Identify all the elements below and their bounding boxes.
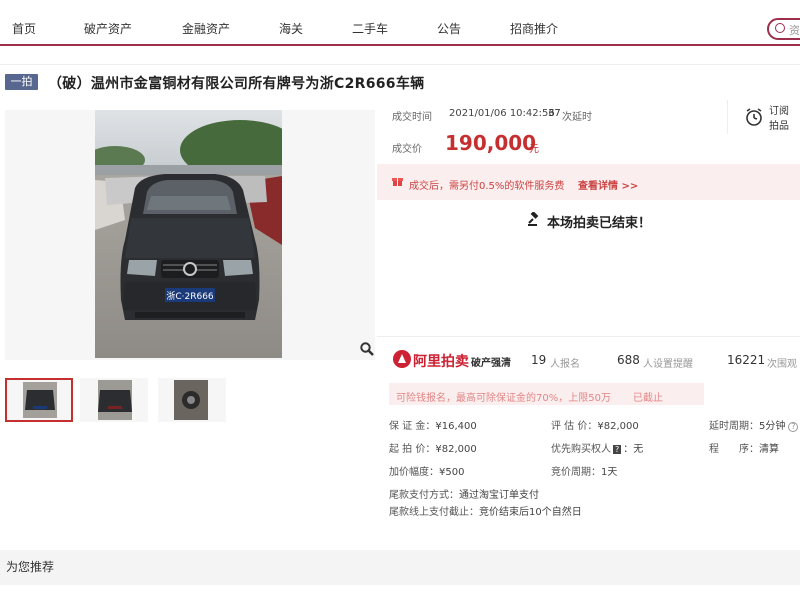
increment-label: 加价幅度：	[389, 467, 439, 478]
deal-time-label: 成交时间	[392, 112, 432, 123]
nav-item-customs[interactable]: 海关	[279, 20, 303, 37]
divider	[0, 64, 800, 65]
bidding-cycle-value: 1天	[601, 467, 618, 478]
nav-item-used-cars[interactable]: 二手车	[352, 20, 388, 37]
payment-method-info: 尾款支付方式：通过淘宝订单支付	[389, 486, 539, 501]
appraisal-info: 评 估 价：¥82,000	[551, 417, 639, 432]
subscribe-label-2: 拍品	[769, 121, 789, 132]
deposit-label: 保 证 金：	[389, 421, 436, 432]
reminders-count: 688	[617, 353, 640, 367]
deal-price-value: 190,000	[445, 131, 537, 155]
ali-auction-logo-icon	[393, 350, 411, 368]
gift-icon	[392, 178, 403, 186]
fee-notice-text: 成交后，需另付0.5%的软件服务费	[409, 181, 565, 192]
delay-period-value: 5分钟	[759, 421, 786, 432]
signups-label: 人报名	[550, 359, 580, 370]
recommend-title: 为您推荐	[6, 560, 55, 574]
nav-item-financial-assets[interactable]: 金融资产	[182, 20, 230, 37]
deposit-info: 保 证 金：¥16,400	[389, 417, 477, 432]
nav-item-investment[interactable]: 招商推介	[510, 20, 558, 37]
bidding-cycle-label: 竞价周期：	[551, 467, 601, 478]
start-price-label: 起 拍 价：	[389, 444, 436, 455]
image-gallery: 浙C·2R666	[5, 110, 375, 360]
license-plate: 浙C·2R666	[166, 290, 214, 302]
auction-round-badge: 一拍	[5, 74, 38, 90]
views-label: 次围观	[767, 359, 797, 370]
priority-tag-icon: ?	[613, 445, 622, 454]
priority-value: 无	[633, 444, 644, 455]
payment-method-value: 通过淘宝订单支付	[459, 490, 539, 501]
views-count: 16221	[727, 353, 766, 367]
procedure-value: 清算	[759, 444, 779, 455]
divider	[377, 336, 800, 337]
top-nav: 首页 破产资产 金融资产 海关 二手车 公告 招商推介 资	[0, 0, 800, 46]
search-input[interactable]: 资	[767, 18, 800, 40]
page-title: （破）温州市金富铜材有限公司所有牌号为浙C2R666车辆	[48, 76, 425, 92]
appraisal-value: ¥82,000	[597, 421, 639, 432]
priority-label: 优先购买权人	[551, 444, 611, 455]
delay-count: 37	[548, 108, 561, 119]
gavel-icon	[528, 212, 539, 226]
delay-period-label: 延时周期：	[709, 421, 759, 432]
auction-ended-text: 本场拍卖已结束！	[547, 216, 652, 231]
payment-deadline-value: 竞价结束后10个自然日	[479, 507, 582, 518]
start-price-value: ¥82,000	[435, 444, 477, 455]
help-icon[interactable]: ?	[788, 422, 799, 432]
subscribe-label-1: 订阅	[769, 106, 789, 117]
deal-time-value: 2021/01/06 10:42:56	[449, 108, 555, 119]
payment-deadline-info: 尾款线上支付截止：竞价结束后10个自然日	[389, 503, 582, 518]
delay-period-info: 延时周期：5分钟?	[709, 417, 799, 432]
procedure-info: 程 序：清算	[709, 440, 779, 455]
alarm-clock-icon	[746, 108, 762, 126]
reminders-label: 人设置提醒	[643, 359, 693, 370]
deposit-insurance-status: 已截止	[633, 393, 663, 404]
deposit-value: ¥16,400	[435, 421, 477, 432]
signups-count: 19	[531, 353, 547, 367]
priority-info: 优先购买权人? ：无	[551, 440, 643, 455]
search-placeholder: 资	[789, 24, 800, 37]
price-unit: 元	[529, 144, 539, 155]
increment-info: 加价幅度：¥500	[389, 463, 464, 478]
procedure-label: 程 序：	[709, 444, 759, 455]
search-icon	[775, 23, 785, 33]
deposit-insurance-text: 可险钱报名，最高可除保证金的70%，上限50万	[396, 393, 611, 404]
platform-sub-text: 破产强清	[471, 358, 511, 369]
increment-value: ¥500	[439, 467, 465, 478]
bidding-cycle-info: 竞价周期：1天	[551, 463, 617, 478]
platform-logo-text: 阿里拍卖	[413, 354, 469, 370]
nav-item-home[interactable]: 首页	[12, 20, 36, 37]
recommend-section	[0, 550, 800, 585]
start-price-info: 起 拍 价：¥82,000	[389, 440, 477, 455]
priority-colon: ：	[623, 444, 634, 455]
subscribe-button[interactable]: 订阅 拍品	[727, 100, 800, 134]
delay-count-label: 次延时	[562, 112, 592, 123]
thumbnail-1[interactable]	[5, 378, 73, 422]
thumbnail-2[interactable]	[80, 378, 148, 422]
nav-item-bankruptcy-assets[interactable]: 破产资产	[84, 20, 132, 37]
main-car-photo[interactable]: 浙C·2R666	[95, 110, 282, 358]
appraisal-label: 评 估 价：	[551, 421, 598, 432]
nav-item-announcements[interactable]: 公告	[437, 20, 461, 37]
fee-details-link[interactable]: 查看详情 >>	[578, 177, 638, 192]
payment-method-label: 尾款支付方式：	[389, 490, 459, 501]
zoom-icon[interactable]	[360, 342, 374, 359]
payment-deadline-label: 尾款线上支付截止：	[389, 507, 479, 518]
deal-price-label: 成交价	[392, 144, 422, 155]
thumbnail-3[interactable]	[158, 378, 226, 422]
